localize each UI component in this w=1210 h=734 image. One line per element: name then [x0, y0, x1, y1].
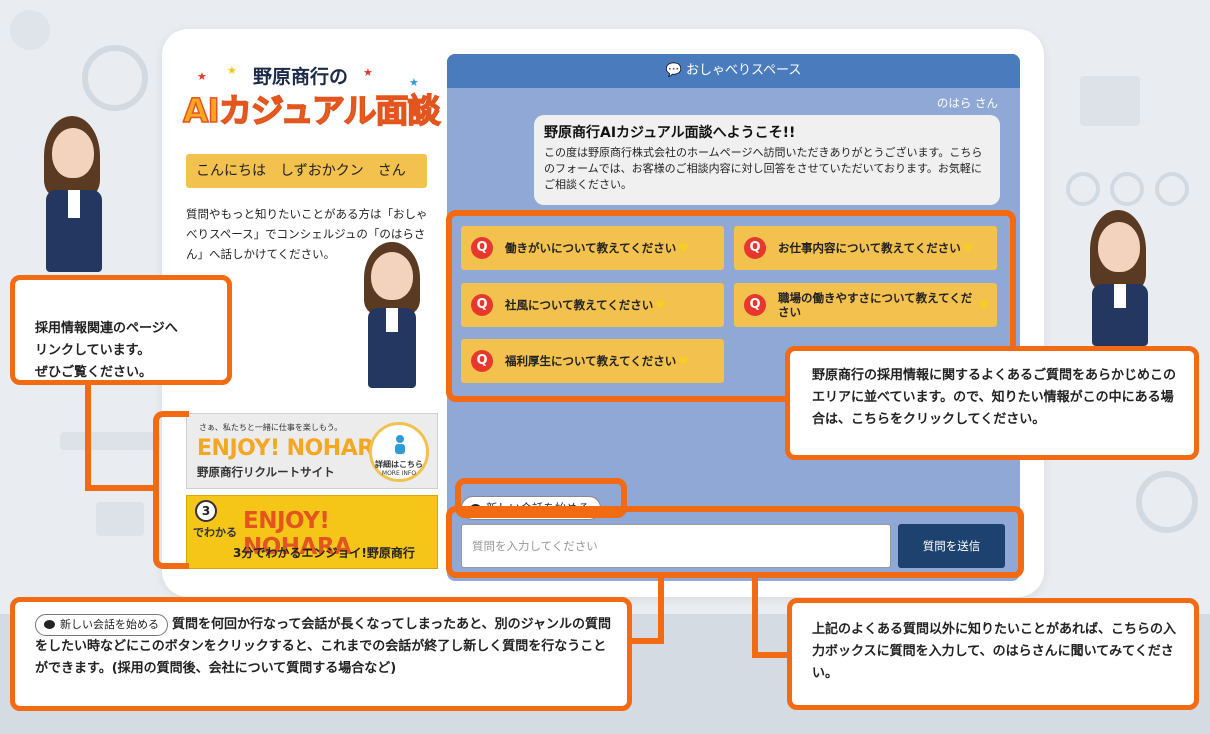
- character-right: [1074, 206, 1174, 346]
- input-callout: 上記のよくある質問以外に知りたいことがあれば、こちらの入力ボックスに質問を入力し…: [787, 598, 1199, 710]
- star-icon: ★: [363, 66, 373, 79]
- connector-line: [658, 576, 664, 642]
- banner-subtitle: 野原商行リクルートサイト: [197, 465, 335, 479]
- clock-decoration: [1066, 172, 1100, 206]
- document-decoration: [96, 502, 144, 536]
- person-icon: [395, 435, 405, 454]
- new-conversation-pill: 新しい会話を始める: [35, 614, 168, 636]
- video-banner[interactable]: 3 でわかる ENJOY! NOHARA 3分でわかるエンジョイ!野原商行: [186, 495, 438, 569]
- logo: ★ ★ ★ ★ 野原商行の AIカジュアル面談: [182, 58, 441, 138]
- new-conversation-callout: 新しい会話を始める 質問を何回か行なって会話が長くなってしまったあと、別のジャンル…: [10, 597, 632, 711]
- welcome-title: 野原商行AIカジュアル面談へようこそ!!: [544, 125, 796, 141]
- percent-ring-decoration: [1136, 471, 1198, 533]
- faq-callout-text: 野原商行の採用情報に関するよくあるご質問をあらかじめこのエリアに並べています。の…: [812, 368, 1177, 427]
- banner-bracket: [153, 411, 189, 569]
- banner-number: 3: [195, 500, 217, 522]
- star-icon: ★: [197, 70, 207, 83]
- faq-callout: 野原商行の採用情報に関するよくあるご質問をあらかじめこのエリアに並べています。の…: [785, 346, 1199, 460]
- more-info-badge: 詳細はこちら MORE INFO: [369, 422, 429, 482]
- chart-decoration: [1080, 76, 1140, 126]
- chat-bubble-icon: 💬: [665, 63, 682, 78]
- dot-decoration: [10, 10, 50, 50]
- links-callout-text: 採用情報関連のページへ リンクしています。 ぜひご覧ください。: [35, 321, 178, 380]
- input-callout-text: 上記のよくある質問以外に知りたいことがあれば、こちらの入力ボックスに質問を入力し…: [812, 622, 1177, 681]
- clock-decoration: [1110, 172, 1144, 206]
- character-left: [30, 112, 130, 272]
- input-area-highlight: [446, 506, 1024, 578]
- links-callout: 採用情報関連のページへ リンクしています。 ぜひご覧ください。: [10, 275, 232, 385]
- connector-line: [752, 576, 758, 658]
- concierge-character: [356, 240, 436, 392]
- welcome-message: 野原商行AIカジュアル面談へようこそ!! この度は野原商行株式会社のホームページ…: [534, 115, 1000, 205]
- banner-subtitle: 3分でわかるエンジョイ!野原商行: [233, 546, 415, 560]
- chat-header-title: おしゃべりスペース: [685, 63, 802, 78]
- star-icon: ★: [227, 64, 237, 77]
- connector-line: [85, 485, 155, 491]
- greeting-badge: こんにちは しずおかクン さん: [186, 154, 427, 188]
- recruit-site-banner[interactable]: さぁ、私たちと一緒に仕事を楽しもう。 ENJOY! NOHARA 野原商行リクル…: [186, 413, 438, 489]
- clock-decoration: [1155, 172, 1189, 206]
- welcome-text: この度は野原商行株式会社のホームページへ訪問いただきありがとうございます。こちら…: [544, 146, 983, 191]
- pill-label: 新しい会話を始める: [60, 618, 159, 631]
- clock-decoration: [82, 45, 148, 111]
- connector-line: [85, 385, 91, 489]
- badge-label: 詳細はこちら: [375, 460, 423, 469]
- speech-bubble-icon: [44, 620, 55, 629]
- banner-tagline: さぁ、私たちと一緒に仕事を楽しもう。: [199, 423, 343, 432]
- banner-title: ENJOY! NOHARA: [197, 436, 391, 461]
- badge-sublabel: MORE INFO: [381, 470, 417, 477]
- chat-header: 💬 おしゃべりスペース: [447, 54, 1020, 88]
- logo-main-text: AIカジュアル面談: [182, 90, 441, 131]
- connector-line: [752, 652, 792, 658]
- ruler-decoration: [60, 432, 160, 450]
- banner-wakaru: でわかる: [193, 526, 237, 539]
- speaker-name: のはら さん: [936, 96, 998, 110]
